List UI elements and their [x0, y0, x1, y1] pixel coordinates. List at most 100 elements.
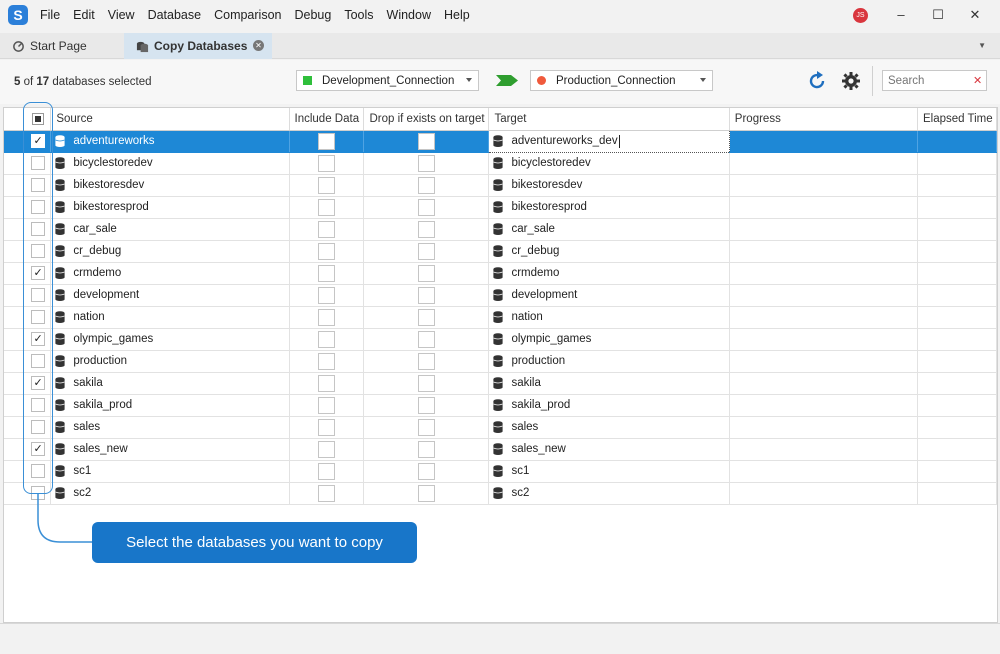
row-checkbox[interactable]: ✓	[31, 134, 46, 148]
select-cell[interactable]	[25, 284, 52, 307]
drop-if-exists-cell[interactable]	[363, 460, 490, 483]
table-row[interactable]: nation nation	[4, 306, 998, 329]
source-cell[interactable]: sc2	[50, 482, 290, 505]
include-data-checkbox[interactable]	[318, 352, 335, 370]
include-data-checkbox[interactable]	[318, 286, 335, 304]
tab-close-icon[interactable]: ✕	[253, 40, 264, 51]
drop-if-exists-checkbox[interactable]	[417, 220, 435, 238]
menu-database[interactable]: Database	[148, 8, 202, 22]
col-target[interactable]: Target	[488, 108, 730, 131]
select-all-header[interactable]	[25, 108, 52, 131]
select-cell[interactable]: ✓	[25, 262, 52, 285]
drop-if-exists-cell[interactable]	[363, 196, 490, 219]
select-cell[interactable]	[25, 218, 52, 241]
drop-if-exists-cell[interactable]	[363, 394, 490, 417]
table-row[interactable]: ✓ adventureworks adventureworks_dev	[4, 129, 998, 153]
select-all-checkbox[interactable]	[32, 112, 45, 125]
table-row[interactable]: bikestoresprod bikestoresprod	[4, 196, 998, 219]
row-checkbox[interactable]	[31, 200, 46, 214]
source-cell[interactable]: sakila_prod	[50, 394, 290, 417]
close-window-button[interactable]: ✕	[958, 0, 992, 30]
drop-if-exists-checkbox[interactable]	[417, 198, 435, 216]
select-cell[interactable]	[25, 460, 52, 483]
row-checkbox[interactable]: ✓	[31, 332, 46, 346]
minimize-button[interactable]: –	[884, 0, 918, 30]
drop-if-exists-checkbox[interactable]	[417, 396, 435, 414]
include-data-cell[interactable]	[289, 240, 365, 263]
target-cell[interactable]: sc2	[488, 482, 730, 505]
source-cell[interactable]: sakila	[50, 372, 290, 395]
drop-if-exists-cell[interactable]	[363, 130, 490, 153]
drop-if-exists-checkbox[interactable]	[417, 330, 435, 348]
row-checkbox[interactable]	[31, 310, 46, 324]
source-cell[interactable]: car_sale	[50, 218, 290, 241]
select-cell[interactable]: ✓	[25, 438, 52, 461]
menu-help[interactable]: Help	[444, 8, 470, 22]
drop-if-exists-checkbox[interactable]	[417, 154, 435, 172]
select-cell[interactable]: ✓	[25, 130, 52, 153]
source-cell[interactable]: nation	[50, 306, 290, 329]
include-data-cell[interactable]	[289, 372, 365, 395]
source-cell[interactable]: crmdemo	[50, 262, 290, 285]
table-row[interactable]: bikestoresdev bikestoresdev	[4, 174, 998, 197]
drop-if-exists-cell[interactable]	[363, 218, 490, 241]
table-row[interactable]: ✓ sales_new sales_new	[4, 438, 998, 461]
source-cell[interactable]: production	[50, 350, 290, 373]
col-source[interactable]: Source	[50, 108, 290, 131]
include-data-cell[interactable]	[289, 460, 365, 483]
drop-if-exists-cell[interactable]	[363, 438, 490, 461]
include-data-cell[interactable]	[289, 328, 365, 351]
drop-if-exists-checkbox[interactable]	[417, 308, 435, 326]
drop-if-exists-cell[interactable]	[363, 350, 490, 373]
gear-icon[interactable]	[840, 70, 862, 92]
include-data-checkbox[interactable]	[318, 132, 335, 150]
drop-if-exists-checkbox[interactable]	[417, 132, 435, 150]
target-cell[interactable]: sakila_prod	[488, 394, 730, 417]
drop-if-exists-checkbox[interactable]	[417, 418, 435, 436]
select-cell[interactable]	[25, 350, 52, 373]
select-cell[interactable]	[25, 416, 52, 439]
refresh-icon[interactable]	[806, 70, 828, 92]
select-cell[interactable]: ✓	[25, 372, 52, 395]
search-input[interactable]	[882, 70, 987, 91]
col-elapsed-time[interactable]: Elapsed Time	[917, 108, 998, 131]
target-cell[interactable]: sakila	[488, 372, 730, 395]
include-data-cell[interactable]	[289, 394, 365, 417]
drop-if-exists-cell[interactable]	[363, 416, 490, 439]
include-data-checkbox[interactable]	[318, 440, 335, 458]
include-data-cell[interactable]	[289, 482, 365, 505]
drop-if-exists-cell[interactable]	[363, 284, 490, 307]
row-checkbox[interactable]	[31, 222, 46, 236]
drop-if-exists-checkbox[interactable]	[417, 440, 435, 458]
include-data-cell[interactable]	[289, 416, 365, 439]
row-checkbox[interactable]	[31, 464, 46, 478]
source-cell[interactable]: olympic_games	[50, 328, 290, 351]
row-checkbox[interactable]	[31, 420, 46, 434]
drop-if-exists-cell[interactable]	[363, 328, 490, 351]
include-data-cell[interactable]	[289, 262, 365, 285]
target-cell[interactable]: sales	[488, 416, 730, 439]
include-data-cell[interactable]	[289, 284, 365, 307]
include-data-checkbox[interactable]	[318, 154, 335, 172]
source-connection-select[interactable]: Development_Connection	[296, 70, 479, 91]
drop-if-exists-checkbox[interactable]	[417, 374, 435, 392]
table-row[interactable]: sc2 sc2	[4, 482, 998, 505]
source-cell[interactable]: sc1	[50, 460, 290, 483]
drop-if-exists-checkbox[interactable]	[417, 242, 435, 260]
table-row[interactable]: ✓ crmdemo crmdemo	[4, 262, 998, 285]
menu-debug[interactable]: Debug	[294, 8, 331, 22]
target-cell[interactable]: olympic_games	[488, 328, 730, 351]
row-checkbox[interactable]	[31, 354, 46, 368]
tab-start-page[interactable]: Start Page	[0, 33, 120, 59]
select-cell[interactable]	[25, 196, 52, 219]
table-row[interactable]: sc1 sc1	[4, 460, 998, 483]
target-cell[interactable]: crmdemo	[488, 262, 730, 285]
drop-if-exists-checkbox[interactable]	[417, 176, 435, 194]
tab-copy-databases[interactable]: Copy Databases ✕	[124, 33, 272, 59]
select-cell[interactable]	[25, 240, 52, 263]
table-row[interactable]: bicyclestoredev bicyclestoredev	[4, 152, 998, 175]
include-data-cell[interactable]	[289, 130, 365, 153]
table-row[interactable]: sales sales	[4, 416, 998, 439]
drop-if-exists-cell[interactable]	[363, 306, 490, 329]
include-data-checkbox[interactable]	[318, 242, 335, 260]
